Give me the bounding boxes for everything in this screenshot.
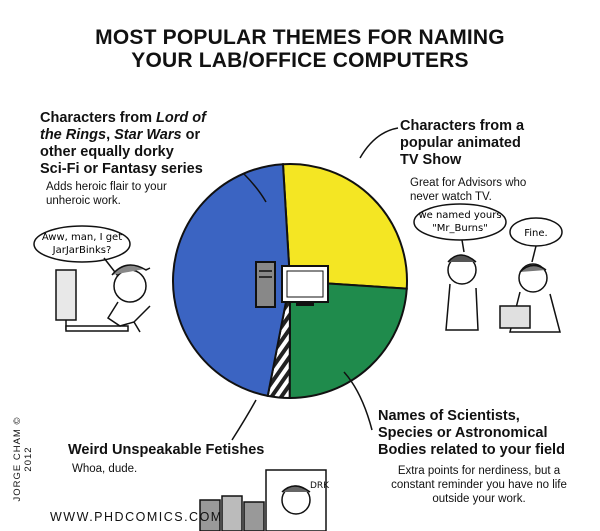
label-scifi-part-7: other equally dorky [40,144,174,160]
speech-right-1-line-2: "Mr_Burns" [432,223,488,234]
label-scientists-line-1: Names of Scientists, [378,408,520,424]
computer-icon [255,261,329,308]
label-scifi-part-8: Sci-Fi or Fantasy series [40,161,203,177]
cartoon-person-at-computer-left [55,264,151,333]
speech-bubble-left: Aww, man, I get JarJarBinks? [33,225,131,277]
speech-bubble-right-1: we named yours "Mr_Burns" [413,203,507,253]
label-scifi-part-4: , [106,127,115,143]
speech-left-line-2: JarJarBinks? [52,245,112,256]
speech-bubble-right-2: Fine. [509,217,563,263]
label-fetishes: Weird Unspeakable Fetishes [68,442,298,459]
label-scientists-line-3: Bodies related to your field [378,442,565,458]
leader-line-tv [359,127,399,159]
label-scientists-line-2: Species or Astronomical [378,425,548,441]
annotation-fetishes: Whoa, dude. [72,463,138,475]
annotation-scifi: Adds heroic flair to your unheroic work. [46,181,167,207]
label-scifi-part-1: Characters from [40,110,157,126]
speech-right-1-line-1: we named yours [418,210,501,221]
speech-right-2-text: Fine. [524,228,547,239]
label-tv-line-2: popular animated [400,135,521,151]
annotation-tv: Great for Advisors who never watch TV. [410,177,527,203]
label-scifi-part-5: Star Wars [114,127,182,143]
label-tv-line-3: TV Show [400,152,462,168]
cartoon-two-people-right [445,254,561,333]
label-scifi: Characters from Lord of the Rings, Star … [40,110,230,178]
label-tv: Characters from a popular animated TV Sh… [400,118,570,169]
sign-text: DRK [310,481,330,491]
credit-vertical: JORGE CHAM © 2012 [12,416,34,502]
label-scifi-part-6: or [181,127,201,143]
label-scientists: Names of Scientists, Species or Astronom… [378,408,598,459]
label-scifi-part-3: the Rings [40,127,107,143]
label-scifi-part-2: Lord of [156,110,206,126]
speech-left-line-1: Aww, man, I get [42,232,122,243]
label-fetishes-line-1: Weird Unspeakable Fetishes [68,442,265,458]
annotation-scientists: Extra points for nerdiness, but a consta… [391,465,567,505]
label-tv-line-1: Characters from a [400,118,525,134]
leader-line-fetishes [231,399,257,441]
credit-url: WWW.PHDCOMICS.COM [50,510,223,524]
